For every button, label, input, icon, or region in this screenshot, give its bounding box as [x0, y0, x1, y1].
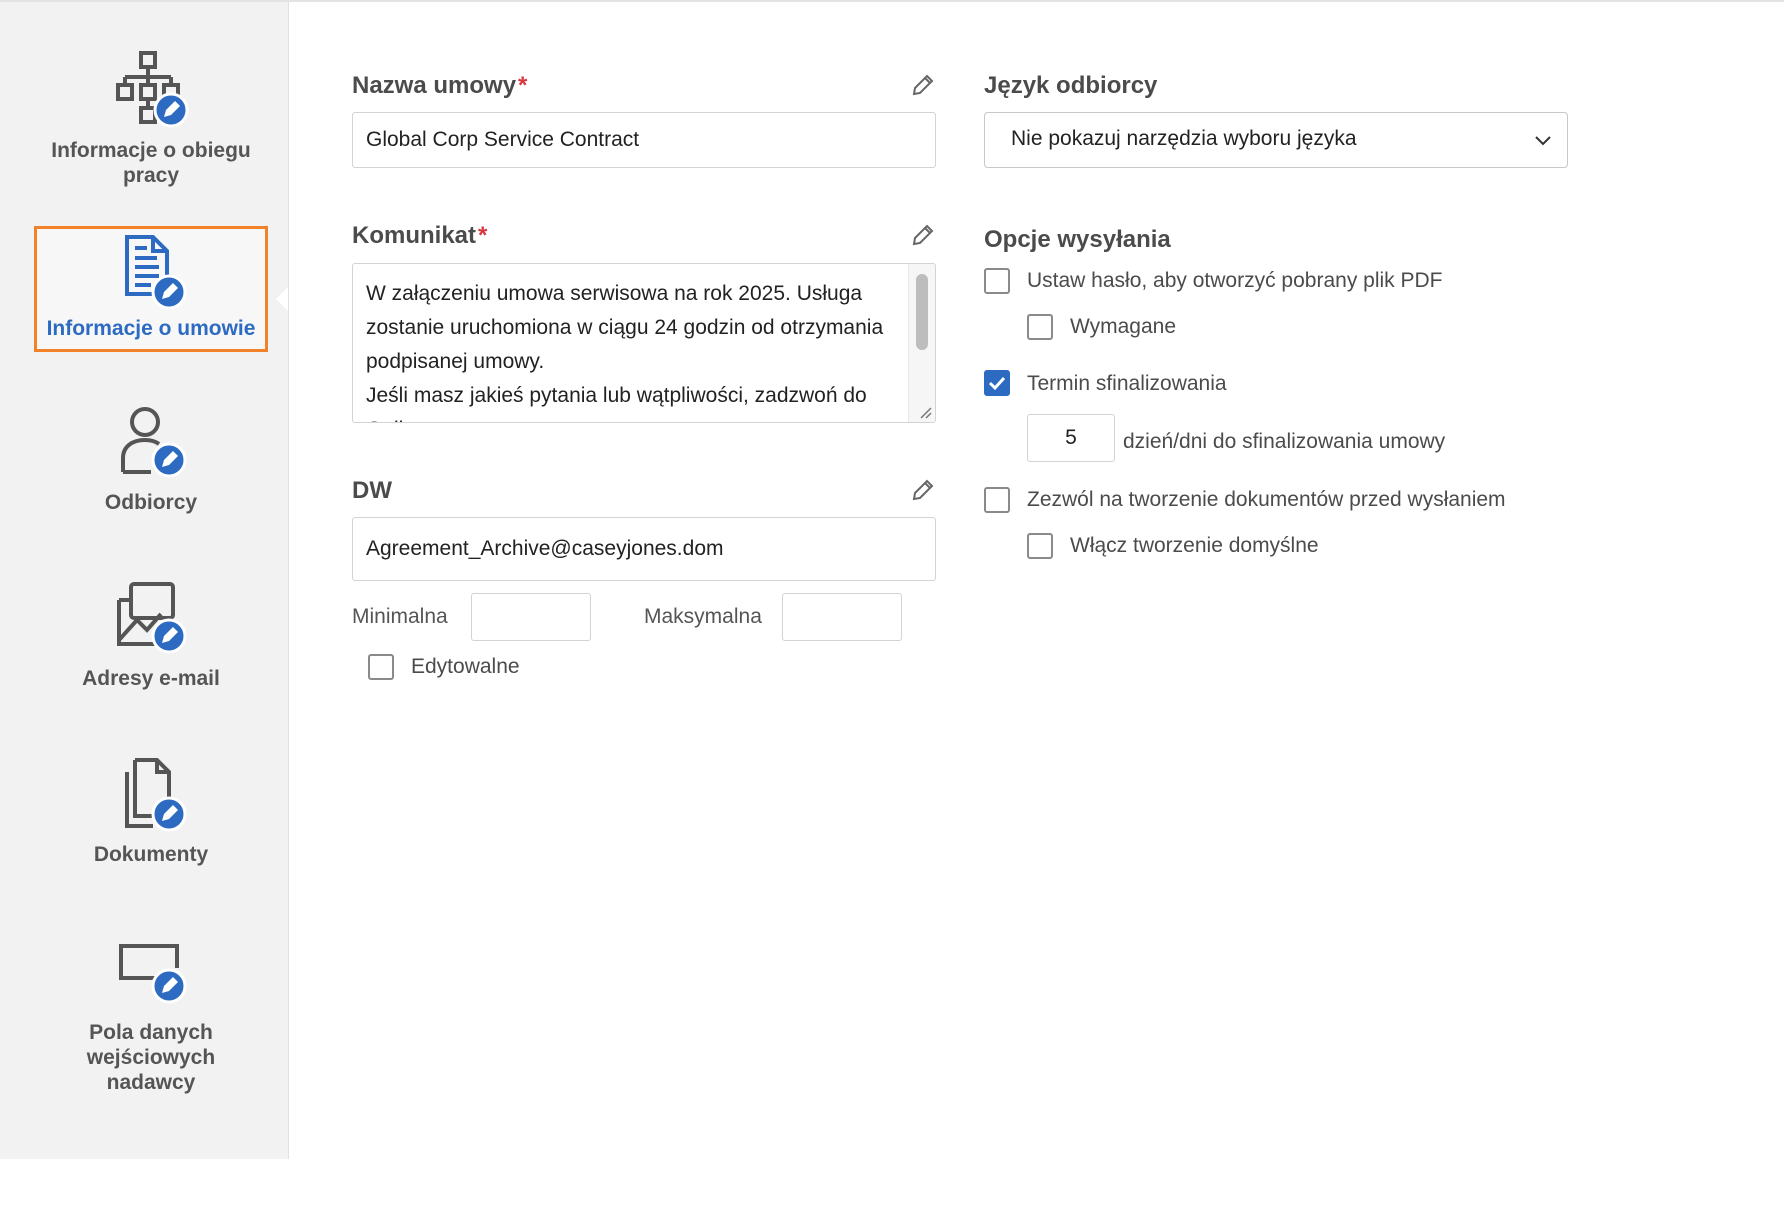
message-text: W załączeniu umowa serwisowa na rok 2025…: [366, 282, 884, 422]
workflow-icon: [111, 50, 191, 130]
password-required-label: Wymagane: [1070, 315, 1177, 338]
edit-cc-icon[interactable]: [910, 477, 936, 503]
agreement-name-label: Nazwa umowy*: [352, 72, 527, 100]
scrollbar-thumb[interactable]: [916, 274, 928, 350]
password-checkbox[interactable]: [984, 268, 1010, 294]
completion-days-input[interactable]: [1027, 414, 1115, 462]
required-marker: *: [478, 222, 488, 249]
message-label-text: Komunikat: [352, 222, 477, 249]
sidebar-item-agreement-info[interactable]: Informacje o umowie: [34, 226, 268, 352]
documents-icon: [111, 754, 191, 834]
message-label: Komunikat*: [352, 222, 487, 250]
allow-authoring-checkbox[interactable]: [984, 487, 1010, 513]
default-authoring-checkbox[interactable]: [1027, 533, 1053, 559]
cc-max-label: Maksymalna: [644, 605, 762, 628]
sidebar-item-label: Dokumenty: [93, 843, 209, 866]
agreement-name-input[interactable]: [352, 112, 936, 168]
edit-agreement-name-icon[interactable]: [910, 72, 936, 98]
default-authoring-label: Włącz tworzenie domyślne: [1070, 534, 1319, 557]
agreement-name-label-text: Nazwa umowy: [352, 72, 517, 99]
allow-authoring-label: Zezwól na tworzenie dokumentów przed wys…: [1027, 488, 1506, 511]
sidebar-item-recipients[interactable]: Odbiorcy: [34, 402, 268, 515]
cc-editable-label: Edytowalne: [411, 655, 520, 678]
sidebar-item-label: Informacje o obiegu pracy: [51, 139, 251, 187]
required-marker: *: [518, 72, 528, 99]
completion-deadline-label: Termin sfinalizowania: [1027, 372, 1227, 395]
sidebar-item-label: Odbiorcy: [104, 491, 198, 514]
cc-label: DW: [352, 477, 392, 504]
sidebar-item-email-addresses[interactable]: Adresy e-mail: [34, 578, 268, 691]
input-field-icon: [111, 932, 191, 1012]
recipient-user-icon: [111, 402, 191, 482]
password-label: Ustaw hasło, aby otworzyć pobrany plik P…: [1027, 269, 1443, 292]
completion-deadline-checkbox[interactable]: [984, 370, 1010, 396]
edit-message-icon[interactable]: [910, 222, 936, 248]
cc-min-input[interactable]: [471, 593, 591, 641]
checkmark-icon: [988, 376, 1006, 391]
sidebar-item-workflow-info[interactable]: Informacje o obiegu pracy: [34, 50, 268, 188]
cc-min-label: Minimalna: [352, 605, 448, 628]
cc-editable-checkbox[interactable]: [368, 654, 394, 680]
sidebar-item-label: Pola danych wejściowych nadawcy: [86, 1021, 216, 1094]
active-item-pointer: [276, 287, 288, 311]
email-image-icon: [111, 578, 191, 658]
chevron-down-icon: [1533, 131, 1553, 156]
agreement-document-icon: [111, 234, 191, 314]
recipient-language-value: Nie pokazuj narzędzia wyboru języka: [1011, 127, 1357, 150]
message-textarea[interactable]: W załączeniu umowa serwisowa na rok 2025…: [352, 263, 936, 423]
resize-handle-icon[interactable]: [917, 404, 933, 420]
recipient-language-select[interactable]: Nie pokazuj narzędzia wyboru języka: [984, 112, 1568, 168]
cc-max-input[interactable]: [782, 593, 902, 641]
recipient-language-label: Język odbiorcy: [984, 72, 1158, 99]
sidebar-item-label: Adresy e-mail: [82, 667, 220, 690]
sidebar: Informacje o obiegu pracy Informacje o u…: [0, 2, 289, 1159]
message-scrollbar[interactable]: [908, 264, 935, 422]
send-options-title: Opcje wysyłania: [984, 226, 1171, 253]
cc-email-input[interactable]: [352, 517, 936, 581]
sidebar-item-sender-input-fields[interactable]: Pola danych wejściowych nadawcy: [34, 932, 268, 1095]
completion-days-suffix: dzień/dni do sfinalizowania umowy: [1123, 430, 1446, 453]
sidebar-item-label: Informacje o umowie: [46, 317, 256, 340]
password-required-checkbox[interactable]: [1027, 314, 1053, 340]
sidebar-item-documents[interactable]: Dokumenty: [34, 754, 268, 867]
